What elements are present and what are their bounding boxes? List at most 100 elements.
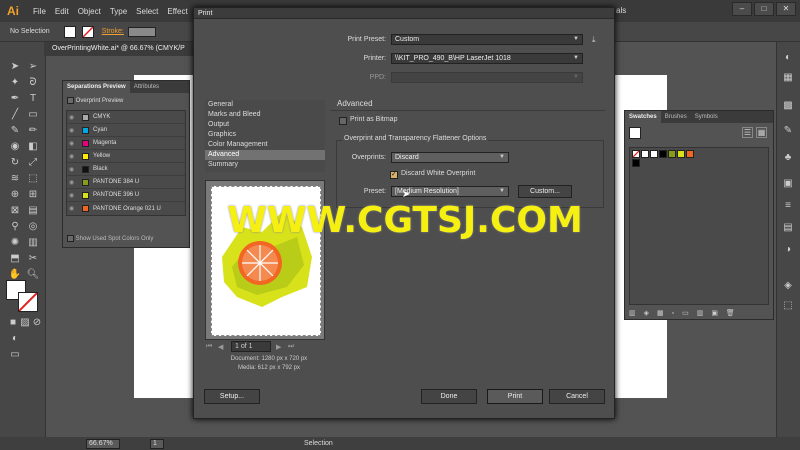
swatch-folder[interactable] <box>632 159 640 167</box>
page-field[interactable]: 1 <box>150 438 164 449</box>
perspective-grid-icon[interactable]: ⊞ <box>26 188 40 202</box>
setup-button[interactable]: Setup... <box>204 389 260 404</box>
category-color-management[interactable]: Color Management <box>205 140 325 150</box>
menu-essentials[interactable]: als <box>616 6 626 15</box>
swatches-dock-icon[interactable]: ▩ <box>782 100 794 112</box>
brush-tool-icon[interactable]: ✎ <box>8 124 22 138</box>
eye-icon[interactable]: ◉ <box>69 153 78 160</box>
stroke-dock-icon[interactable]: ≡ <box>782 200 794 212</box>
graphic-styles-icon[interactable]: ▣ <box>782 178 794 190</box>
magic-wand-icon[interactable]: ✦ <box>8 76 22 90</box>
color-panel-icon[interactable]: ◐ <box>782 52 794 64</box>
category-marks-and-bleed[interactable]: Marks and Bleed <box>205 110 325 120</box>
menu-type[interactable]: Type <box>110 7 127 16</box>
close-button[interactable]: ✕ <box>776 2 796 16</box>
category-general[interactable]: General <box>205 100 325 110</box>
list-item[interactable]: ◉ Magenta <box>67 137 185 151</box>
gradient-tool-icon[interactable]: ▤ <box>26 204 40 218</box>
selection-tool-icon[interactable]: ➤ <box>8 60 22 74</box>
symbols-dock-icon[interactable]: ♣ <box>782 152 794 164</box>
thumbnail-view-icon[interactable]: ▦ <box>756 127 767 138</box>
eye-icon[interactable]: ◉ <box>69 179 78 186</box>
menu-file[interactable]: File <box>33 7 46 16</box>
blend-tool-icon[interactable]: ◎ <box>26 220 40 234</box>
category-graphics[interactable]: Graphics <box>205 130 325 140</box>
first-page-icon[interactable]: ⏮ <box>206 343 212 351</box>
custom-button[interactable]: Custom... <box>518 185 572 198</box>
list-item[interactable]: ◉ Yellow <box>67 150 185 164</box>
discard-white-checkbox[interactable] <box>390 170 398 179</box>
list-item[interactable]: ◉ Cyan <box>67 124 185 138</box>
overprint-preview-checkbox[interactable] <box>67 97 74 104</box>
category-output[interactable]: Output <box>205 120 325 130</box>
mesh-tool-icon[interactable]: ⊠ <box>8 204 22 218</box>
brushes-dock-icon[interactable]: ✎ <box>782 125 794 137</box>
swatch-none[interactable] <box>632 150 640 158</box>
transparency-dock-icon[interactable]: ◑ <box>782 244 794 256</box>
eye-icon[interactable]: ◉ <box>69 205 78 212</box>
list-item[interactable]: ◉ PANTONE Orange 021 U <box>67 202 185 215</box>
zoom-field[interactable]: 66.67% <box>86 438 120 449</box>
eye-icon[interactable]: ◉ <box>69 114 78 121</box>
tab-symbols[interactable]: Symbols <box>691 111 722 123</box>
stroke-label[interactable]: Stroke: <box>102 28 124 35</box>
tab-separations-preview[interactable]: Separations Preview <box>63 81 130 93</box>
color-guide-icon[interactable]: ▦ <box>782 72 794 84</box>
print-preset-dropdown[interactable]: Custom ▼ <box>391 34 583 45</box>
spot-colors-checkbox[interactable] <box>67 235 74 242</box>
none-mode-icon[interactable]: ⊘ <box>30 316 44 330</box>
gradient-dock-icon[interactable]: ▤ <box>782 222 794 234</box>
lasso-icon[interactable]: ᘐ <box>26 76 40 90</box>
swatch-orange[interactable] <box>686 150 694 158</box>
swatch-registration[interactable] <box>641 150 649 158</box>
draw-mode-icon[interactable]: ◐ <box>8 332 22 346</box>
minimize-button[interactable]: – <box>732 2 752 16</box>
done-button[interactable]: Done <box>421 389 477 404</box>
swatch-yellow-green[interactable] <box>677 150 685 158</box>
fill-swatch[interactable] <box>63 25 76 38</box>
swatch-black[interactable] <box>659 150 667 158</box>
list-item[interactable]: ◉ Black <box>67 163 185 177</box>
swatch-fill-icon[interactable] <box>629 127 641 139</box>
type-tool-icon[interactable]: T <box>26 92 40 106</box>
print-as-bitmap-checkbox[interactable] <box>339 117 347 125</box>
next-page-icon[interactable]: ▶ <box>276 343 281 351</box>
stroke-weight-field[interactable] <box>127 26 156 37</box>
graph-tool-icon[interactable]: ▥ <box>26 236 40 250</box>
artboards-dock-icon[interactable]: ⬚ <box>782 300 794 312</box>
line-tool-icon[interactable]: ╱ <box>8 108 22 122</box>
direct-selection-tool-icon[interactable]: ➢ <box>26 60 40 74</box>
stroke-color-icon[interactable] <box>18 292 38 312</box>
screen-mode-icon[interactable]: ▭ <box>8 348 22 362</box>
shape-builder-icon[interactable]: ⊕ <box>8 188 22 202</box>
tab-attributes[interactable]: Attributes <box>130 81 163 93</box>
eye-icon[interactable]: ◉ <box>69 166 78 173</box>
menu-object[interactable]: Object <box>78 7 101 16</box>
category-advanced[interactable]: Advanced <box>205 150 325 160</box>
layers-dock-icon[interactable]: ◈ <box>782 280 794 292</box>
free-transform-icon[interactable]: ⬚ <box>26 172 40 186</box>
list-item[interactable]: ◉ CMYK <box>67 111 185 125</box>
printer-dropdown[interactable]: \\KIT_PRO_490_B\HP LaserJet 1018 ▼ <box>391 53 583 64</box>
menu-effect[interactable]: Effect <box>167 7 187 16</box>
swatch-bottom-toolbar[interactable]: ▥◈▦▫▭▥▣🗑︎ <box>629 309 743 317</box>
menu-edit[interactable]: Edit <box>55 7 69 16</box>
swatch-white[interactable] <box>650 150 658 158</box>
maximize-button[interactable]: □ <box>754 2 774 16</box>
cancel-button[interactable]: Cancel <box>549 389 605 404</box>
menu-select[interactable]: Select <box>136 7 158 16</box>
save-preset-icon[interactable]: ⤓ <box>592 35 596 45</box>
warp-tool-icon[interactable]: ≋ <box>8 172 22 186</box>
eye-icon[interactable]: ◉ <box>69 140 78 147</box>
tab-swatches[interactable]: Swatches <box>625 111 661 123</box>
symbol-sprayer-icon[interactable]: ✺ <box>8 236 22 250</box>
category-summary[interactable]: Summary <box>205 160 325 170</box>
artboard-tool-icon[interactable]: ⬒ <box>8 252 22 266</box>
list-item[interactable]: ◉ PANTONE 384 U <box>67 176 185 190</box>
overprints-dropdown[interactable]: Discard ▼ <box>391 152 509 163</box>
print-button[interactable]: Print <box>487 389 543 404</box>
scale-tool-icon[interactable]: ⤢ <box>26 156 40 170</box>
eye-icon[interactable]: ◉ <box>69 192 78 199</box>
eraser-tool-icon[interactable]: ◧ <box>26 140 40 154</box>
tab-brushes[interactable]: Brushes <box>661 111 691 123</box>
